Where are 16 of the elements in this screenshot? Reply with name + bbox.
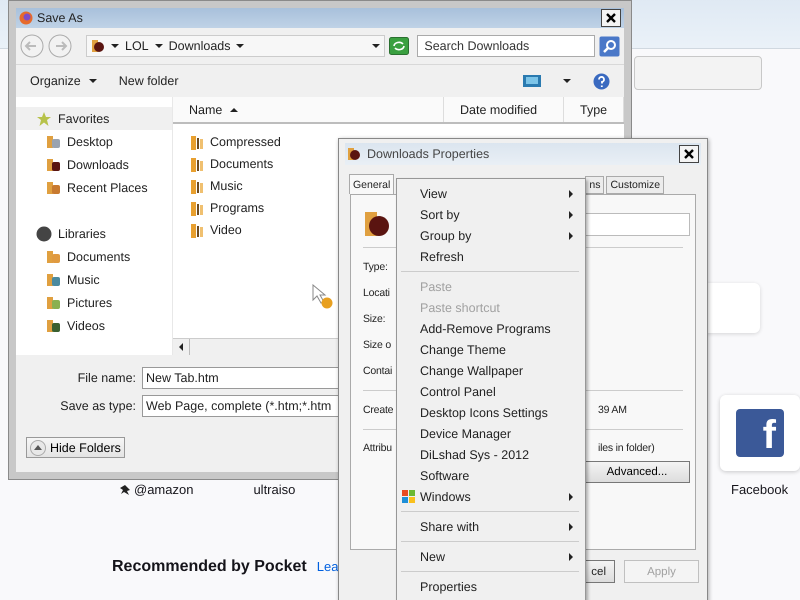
window-title: Downloads Properties	[367, 147, 490, 161]
property-label: Contai	[363, 365, 392, 377]
property-value: 39 AM	[598, 404, 628, 416]
property-label: Locati	[363, 287, 390, 299]
field-label: File name:	[76, 371, 136, 385]
property-value: iles in folder)	[598, 442, 656, 454]
property-label: Create	[363, 404, 394, 416]
window-title: Save As	[37, 11, 84, 25]
property-label: Type:	[363, 261, 388, 273]
section-heading: Recommended by Pocket	[112, 558, 307, 576]
site-label: Facebook	[731, 482, 788, 497]
property-label: Attribu	[363, 442, 392, 454]
property-label: Size o	[363, 339, 391, 351]
property-label: Size:	[363, 313, 386, 325]
facebook-logo: f	[736, 409, 784, 457]
field-label: Save as type:	[59, 399, 136, 413]
